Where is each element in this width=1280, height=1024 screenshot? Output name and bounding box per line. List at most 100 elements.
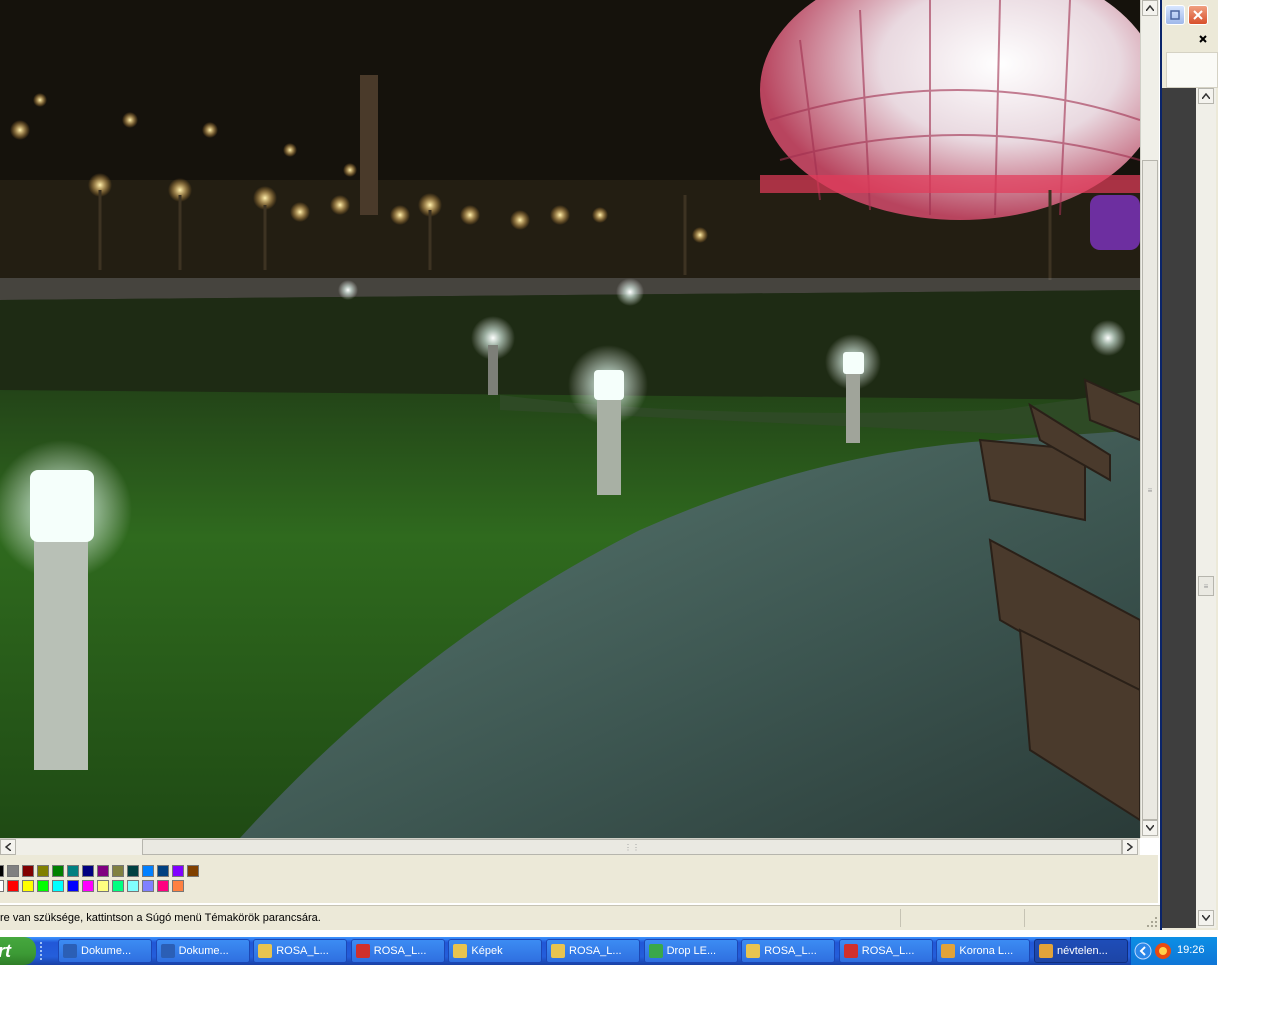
taskbar-button[interactable]: ROSA_L... <box>350 939 445 963</box>
palette-swatch[interactable] <box>22 880 34 892</box>
taskbar-button-label: Dokume... <box>178 945 229 957</box>
start-button[interactable]: rt <box>0 937 36 965</box>
resize-grip-icon[interactable] <box>1146 916 1158 928</box>
scroll-down-button[interactable] <box>1142 820 1158 836</box>
palette-swatch[interactable] <box>97 880 109 892</box>
taskbar-button-label: ROSA_L... <box>861 945 915 957</box>
taskbar-button-label: névtelen... <box>1057 945 1108 957</box>
taskbar-button-label: Dokume... <box>81 945 132 957</box>
chevron-up-icon <box>1202 93 1210 99</box>
palette-swatch[interactable] <box>0 880 4 892</box>
clock[interactable]: 19:26 <box>1177 944 1205 956</box>
antivirus-tray-icon[interactable] <box>1154 942 1172 960</box>
palette-swatch[interactable] <box>157 880 169 892</box>
folder-icon <box>258 944 273 959</box>
scroll-left-button[interactable] <box>0 839 16 855</box>
dark-workspace <box>1162 88 1196 928</box>
canvas-horizontal-scrollbar[interactable]: ⋮⋮ <box>0 838 1140 855</box>
taskbar-button[interactable]: Dokume... <box>58 939 152 963</box>
palette-swatch[interactable] <box>157 865 169 877</box>
palette-swatch[interactable] <box>127 880 139 892</box>
palette-swatch[interactable] <box>0 865 4 877</box>
status-cell-size <box>1024 909 1149 927</box>
chevron-left-icon <box>5 843 11 851</box>
palette-swatch[interactable] <box>82 880 94 892</box>
taskbar-button-label: ROSA_L... <box>764 945 817 957</box>
taskbar-button-label: Korona L... <box>959 945 1014 957</box>
toolbar-strip <box>1166 52 1218 88</box>
palette-swatch[interactable] <box>67 865 79 877</box>
scroll-right-button[interactable] <box>1122 839 1138 855</box>
taskbar-button[interactable]: Drop LE... <box>643 939 738 963</box>
palette-swatch[interactable] <box>172 865 184 877</box>
taskbar-button[interactable]: ROSA_L... <box>741 939 836 963</box>
taskbar: rt Dokume... Dokume... ROSA_L... ROSA_L... K… <box>0 937 1217 965</box>
chevron-up-icon <box>1146 5 1154 11</box>
chevron-down-icon <box>1146 825 1154 831</box>
taskbar-button[interactable]: ROSA_L... <box>546 939 640 963</box>
night-park-photo <box>0 0 1140 838</box>
scroll-down-button[interactable] <box>1198 910 1214 926</box>
vertical-scroll-thumb[interactable]: ≡ <box>1198 576 1214 596</box>
palette-swatch[interactable] <box>127 865 139 877</box>
taskbar-button[interactable]: ROSA_L... <box>253 939 348 963</box>
palette-swatch[interactable] <box>142 880 154 892</box>
palette-swatch[interactable] <box>172 880 184 892</box>
palette-swatch[interactable] <box>52 865 64 877</box>
scroll-up-button[interactable] <box>1198 88 1214 104</box>
taskbar-button-label: ROSA_L... <box>569 945 622 957</box>
palette-swatch[interactable] <box>7 880 19 892</box>
pdf-icon <box>355 944 370 959</box>
taskbar-button[interactable]: névtelen... <box>1034 939 1128 963</box>
close-icon <box>1193 10 1203 20</box>
scroll-up-button[interactable] <box>1142 0 1158 16</box>
word-icon <box>63 944 77 959</box>
maximize-button[interactable] <box>1165 5 1185 25</box>
palette-swatch[interactable] <box>67 880 79 892</box>
paint-icon <box>1039 944 1053 959</box>
palette-swatch[interactable] <box>97 865 109 877</box>
palette-swatch[interactable] <box>187 865 199 877</box>
tray-expand-icon[interactable] <box>1134 942 1152 960</box>
image-folder-icon <box>453 944 468 959</box>
vertical-scroll-thumb[interactable]: ≡ <box>1142 160 1158 820</box>
taskbar-button-label: ROSA_L... <box>276 945 329 957</box>
palette-swatch[interactable] <box>112 865 124 877</box>
paint-icon <box>941 944 956 959</box>
window-vertical-scrollbar[interactable]: ≡ <box>1196 88 1216 928</box>
palette-swatch[interactable] <box>142 865 154 877</box>
maximize-icon <box>1170 10 1180 20</box>
taskbar-button[interactable]: Dokume... <box>155 939 250 963</box>
taskbar-button[interactable]: ROSA_L... <box>838 939 933 963</box>
taskbar-button[interactable]: Korona L... <box>936 939 1031 963</box>
menu-close-icon[interactable] <box>1198 34 1208 44</box>
background-window-fragment: ≡ <box>1160 0 1218 930</box>
window-title-bar <box>1162 0 1218 30</box>
palette-swatch[interactable] <box>82 865 94 877</box>
chevron-down-icon <box>1202 915 1210 921</box>
palette-swatch[interactable] <box>7 865 19 877</box>
status-bar: re van szüksége, kattintson a Súgó menü … <box>0 905 1160 930</box>
palette-swatch[interactable] <box>22 865 34 877</box>
chevron-right-icon <box>1127 843 1133 851</box>
folder-icon <box>551 944 565 959</box>
taskbar-button-label: ROSA_L... <box>373 945 427 957</box>
palette-swatch[interactable] <box>112 880 124 892</box>
chrome-icon <box>648 944 663 959</box>
close-button[interactable] <box>1188 5 1208 25</box>
palette-swatch[interactable] <box>52 880 64 892</box>
taskbar-button[interactable]: Képek <box>448 939 543 963</box>
paint-canvas[interactable] <box>0 0 1140 838</box>
palette-swatch[interactable] <box>37 865 49 877</box>
taskbar-button-label: Drop LE... <box>666 945 717 957</box>
pdf-icon <box>843 944 858 959</box>
status-cell-coordinates <box>900 909 1025 927</box>
color-palette <box>0 855 1158 903</box>
status-help-text: re van szüksége, kattintson a Súgó menü … <box>0 912 321 924</box>
word-icon <box>160 944 175 959</box>
horizontal-scroll-thumb[interactable]: ⋮⋮ <box>142 839 1122 855</box>
taskbar-button-label: Képek <box>471 945 503 957</box>
canvas-vertical-scrollbar[interactable]: ≡ <box>1140 0 1159 838</box>
taskbar-grip[interactable] <box>40 942 50 960</box>
palette-swatch[interactable] <box>37 880 49 892</box>
